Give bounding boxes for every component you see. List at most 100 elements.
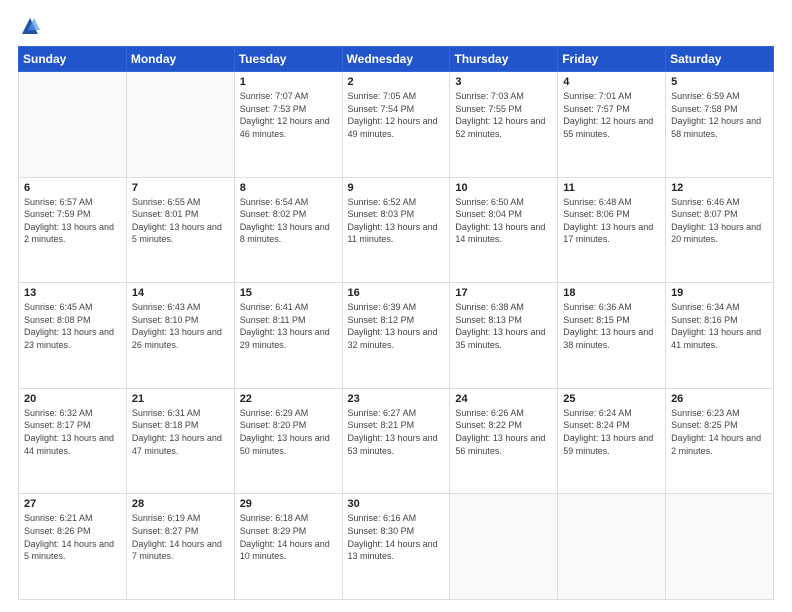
day-number: 14 [132, 287, 229, 299]
day-info: Sunrise: 6:32 AMSunset: 8:17 PMDaylight:… [24, 408, 114, 456]
day-info: Sunrise: 6:36 AMSunset: 8:15 PMDaylight:… [563, 302, 653, 350]
day-info: Sunrise: 6:43 AMSunset: 8:10 PMDaylight:… [132, 302, 222, 350]
day-info: Sunrise: 6:38 AMSunset: 8:13 PMDaylight:… [455, 302, 545, 350]
day-info: Sunrise: 6:29 AMSunset: 8:20 PMDaylight:… [240, 408, 330, 456]
calendar-day-cell: 19 Sunrise: 6:34 AMSunset: 8:16 PMDaylig… [666, 283, 774, 389]
weekday-header-cell: Thursday [450, 47, 558, 72]
calendar-day-cell [19, 72, 127, 178]
day-number: 19 [671, 287, 768, 299]
calendar-day-cell: 29 Sunrise: 6:18 AMSunset: 8:29 PMDaylig… [234, 494, 342, 600]
day-number: 30 [348, 498, 445, 510]
day-number: 4 [563, 76, 660, 88]
day-info: Sunrise: 6:50 AMSunset: 8:04 PMDaylight:… [455, 197, 545, 245]
day-number: 3 [455, 76, 552, 88]
day-number: 1 [240, 76, 337, 88]
calendar-table: SundayMondayTuesdayWednesdayThursdayFrid… [18, 46, 774, 600]
calendar-day-cell: 13 Sunrise: 6:45 AMSunset: 8:08 PMDaylig… [19, 283, 127, 389]
day-info: Sunrise: 6:39 AMSunset: 8:12 PMDaylight:… [348, 302, 438, 350]
logo-icon [20, 16, 40, 36]
day-number: 12 [671, 182, 768, 194]
calendar-day-cell: 22 Sunrise: 6:29 AMSunset: 8:20 PMDaylig… [234, 388, 342, 494]
day-number: 29 [240, 498, 337, 510]
weekday-header-cell: Sunday [19, 47, 127, 72]
calendar-day-cell: 27 Sunrise: 6:21 AMSunset: 8:26 PMDaylig… [19, 494, 127, 600]
day-info: Sunrise: 6:19 AMSunset: 8:27 PMDaylight:… [132, 513, 222, 561]
calendar-body: 1 Sunrise: 7:07 AMSunset: 7:53 PMDayligh… [19, 72, 774, 600]
day-info: Sunrise: 7:01 AMSunset: 7:57 PMDaylight:… [563, 91, 653, 139]
day-info: Sunrise: 6:41 AMSunset: 8:11 PMDaylight:… [240, 302, 330, 350]
calendar-day-cell: 20 Sunrise: 6:32 AMSunset: 8:17 PMDaylig… [19, 388, 127, 494]
weekday-header-cell: Friday [558, 47, 666, 72]
weekday-header-cell: Wednesday [342, 47, 450, 72]
calendar-day-cell: 17 Sunrise: 6:38 AMSunset: 8:13 PMDaylig… [450, 283, 558, 389]
day-info: Sunrise: 6:34 AMSunset: 8:16 PMDaylight:… [671, 302, 761, 350]
calendar-day-cell: 25 Sunrise: 6:24 AMSunset: 8:24 PMDaylig… [558, 388, 666, 494]
calendar-day-cell: 24 Sunrise: 6:26 AMSunset: 8:22 PMDaylig… [450, 388, 558, 494]
day-number: 24 [455, 393, 552, 405]
day-info: Sunrise: 6:57 AMSunset: 7:59 PMDaylight:… [24, 197, 114, 245]
calendar-day-cell [558, 494, 666, 600]
calendar-day-cell [666, 494, 774, 600]
calendar-day-cell: 6 Sunrise: 6:57 AMSunset: 7:59 PMDayligh… [19, 177, 127, 283]
calendar-day-cell: 5 Sunrise: 6:59 AMSunset: 7:58 PMDayligh… [666, 72, 774, 178]
day-info: Sunrise: 6:21 AMSunset: 8:26 PMDaylight:… [24, 513, 114, 561]
calendar-day-cell: 15 Sunrise: 6:41 AMSunset: 8:11 PMDaylig… [234, 283, 342, 389]
day-number: 23 [348, 393, 445, 405]
day-number: 2 [348, 76, 445, 88]
day-number: 11 [563, 182, 660, 194]
day-info: Sunrise: 6:18 AMSunset: 8:29 PMDaylight:… [240, 513, 330, 561]
day-number: 9 [348, 182, 445, 194]
day-info: Sunrise: 6:31 AMSunset: 8:18 PMDaylight:… [132, 408, 222, 456]
calendar-day-cell: 14 Sunrise: 6:43 AMSunset: 8:10 PMDaylig… [126, 283, 234, 389]
day-number: 20 [24, 393, 121, 405]
day-info: Sunrise: 7:05 AMSunset: 7:54 PMDaylight:… [348, 91, 438, 139]
day-number: 26 [671, 393, 768, 405]
calendar-header-row: SundayMondayTuesdayWednesdayThursdayFrid… [19, 47, 774, 72]
day-info: Sunrise: 7:07 AMSunset: 7:53 PMDaylight:… [240, 91, 330, 139]
day-number: 8 [240, 182, 337, 194]
calendar-day-cell: 9 Sunrise: 6:52 AMSunset: 8:03 PMDayligh… [342, 177, 450, 283]
calendar-day-cell: 18 Sunrise: 6:36 AMSunset: 8:15 PMDaylig… [558, 283, 666, 389]
calendar-week-row: 13 Sunrise: 6:45 AMSunset: 8:08 PMDaylig… [19, 283, 774, 389]
calendar-day-cell: 23 Sunrise: 6:27 AMSunset: 8:21 PMDaylig… [342, 388, 450, 494]
day-info: Sunrise: 6:54 AMSunset: 8:02 PMDaylight:… [240, 197, 330, 245]
day-info: Sunrise: 6:55 AMSunset: 8:01 PMDaylight:… [132, 197, 222, 245]
calendar-week-row: 1 Sunrise: 7:07 AMSunset: 7:53 PMDayligh… [19, 72, 774, 178]
day-info: Sunrise: 7:03 AMSunset: 7:55 PMDaylight:… [455, 91, 545, 139]
calendar-day-cell: 1 Sunrise: 7:07 AMSunset: 7:53 PMDayligh… [234, 72, 342, 178]
day-number: 21 [132, 393, 229, 405]
calendar-day-cell: 4 Sunrise: 7:01 AMSunset: 7:57 PMDayligh… [558, 72, 666, 178]
day-number: 27 [24, 498, 121, 510]
weekday-header-cell: Tuesday [234, 47, 342, 72]
day-number: 6 [24, 182, 121, 194]
calendar-day-cell: 8 Sunrise: 6:54 AMSunset: 8:02 PMDayligh… [234, 177, 342, 283]
day-info: Sunrise: 6:52 AMSunset: 8:03 PMDaylight:… [348, 197, 438, 245]
calendar-day-cell: 16 Sunrise: 6:39 AMSunset: 8:12 PMDaylig… [342, 283, 450, 389]
day-info: Sunrise: 6:26 AMSunset: 8:22 PMDaylight:… [455, 408, 545, 456]
day-number: 15 [240, 287, 337, 299]
calendar-week-row: 20 Sunrise: 6:32 AMSunset: 8:17 PMDaylig… [19, 388, 774, 494]
calendar-day-cell: 28 Sunrise: 6:19 AMSunset: 8:27 PMDaylig… [126, 494, 234, 600]
day-info: Sunrise: 6:24 AMSunset: 8:24 PMDaylight:… [563, 408, 653, 456]
calendar-day-cell: 3 Sunrise: 7:03 AMSunset: 7:55 PMDayligh… [450, 72, 558, 178]
day-info: Sunrise: 6:23 AMSunset: 8:25 PMDaylight:… [671, 408, 761, 456]
day-number: 7 [132, 182, 229, 194]
day-number: 18 [563, 287, 660, 299]
day-number: 5 [671, 76, 768, 88]
day-number: 13 [24, 287, 121, 299]
calendar-day-cell: 26 Sunrise: 6:23 AMSunset: 8:25 PMDaylig… [666, 388, 774, 494]
day-number: 22 [240, 393, 337, 405]
calendar-day-cell: 30 Sunrise: 6:16 AMSunset: 8:30 PMDaylig… [342, 494, 450, 600]
day-info: Sunrise: 6:48 AMSunset: 8:06 PMDaylight:… [563, 197, 653, 245]
weekday-header-cell: Monday [126, 47, 234, 72]
day-number: 28 [132, 498, 229, 510]
weekday-header-cell: Saturday [666, 47, 774, 72]
day-info: Sunrise: 6:45 AMSunset: 8:08 PMDaylight:… [24, 302, 114, 350]
day-number: 25 [563, 393, 660, 405]
day-number: 16 [348, 287, 445, 299]
day-info: Sunrise: 6:46 AMSunset: 8:07 PMDaylight:… [671, 197, 761, 245]
calendar-day-cell [450, 494, 558, 600]
day-info: Sunrise: 6:27 AMSunset: 8:21 PMDaylight:… [348, 408, 438, 456]
header [18, 16, 774, 36]
calendar-day-cell [126, 72, 234, 178]
